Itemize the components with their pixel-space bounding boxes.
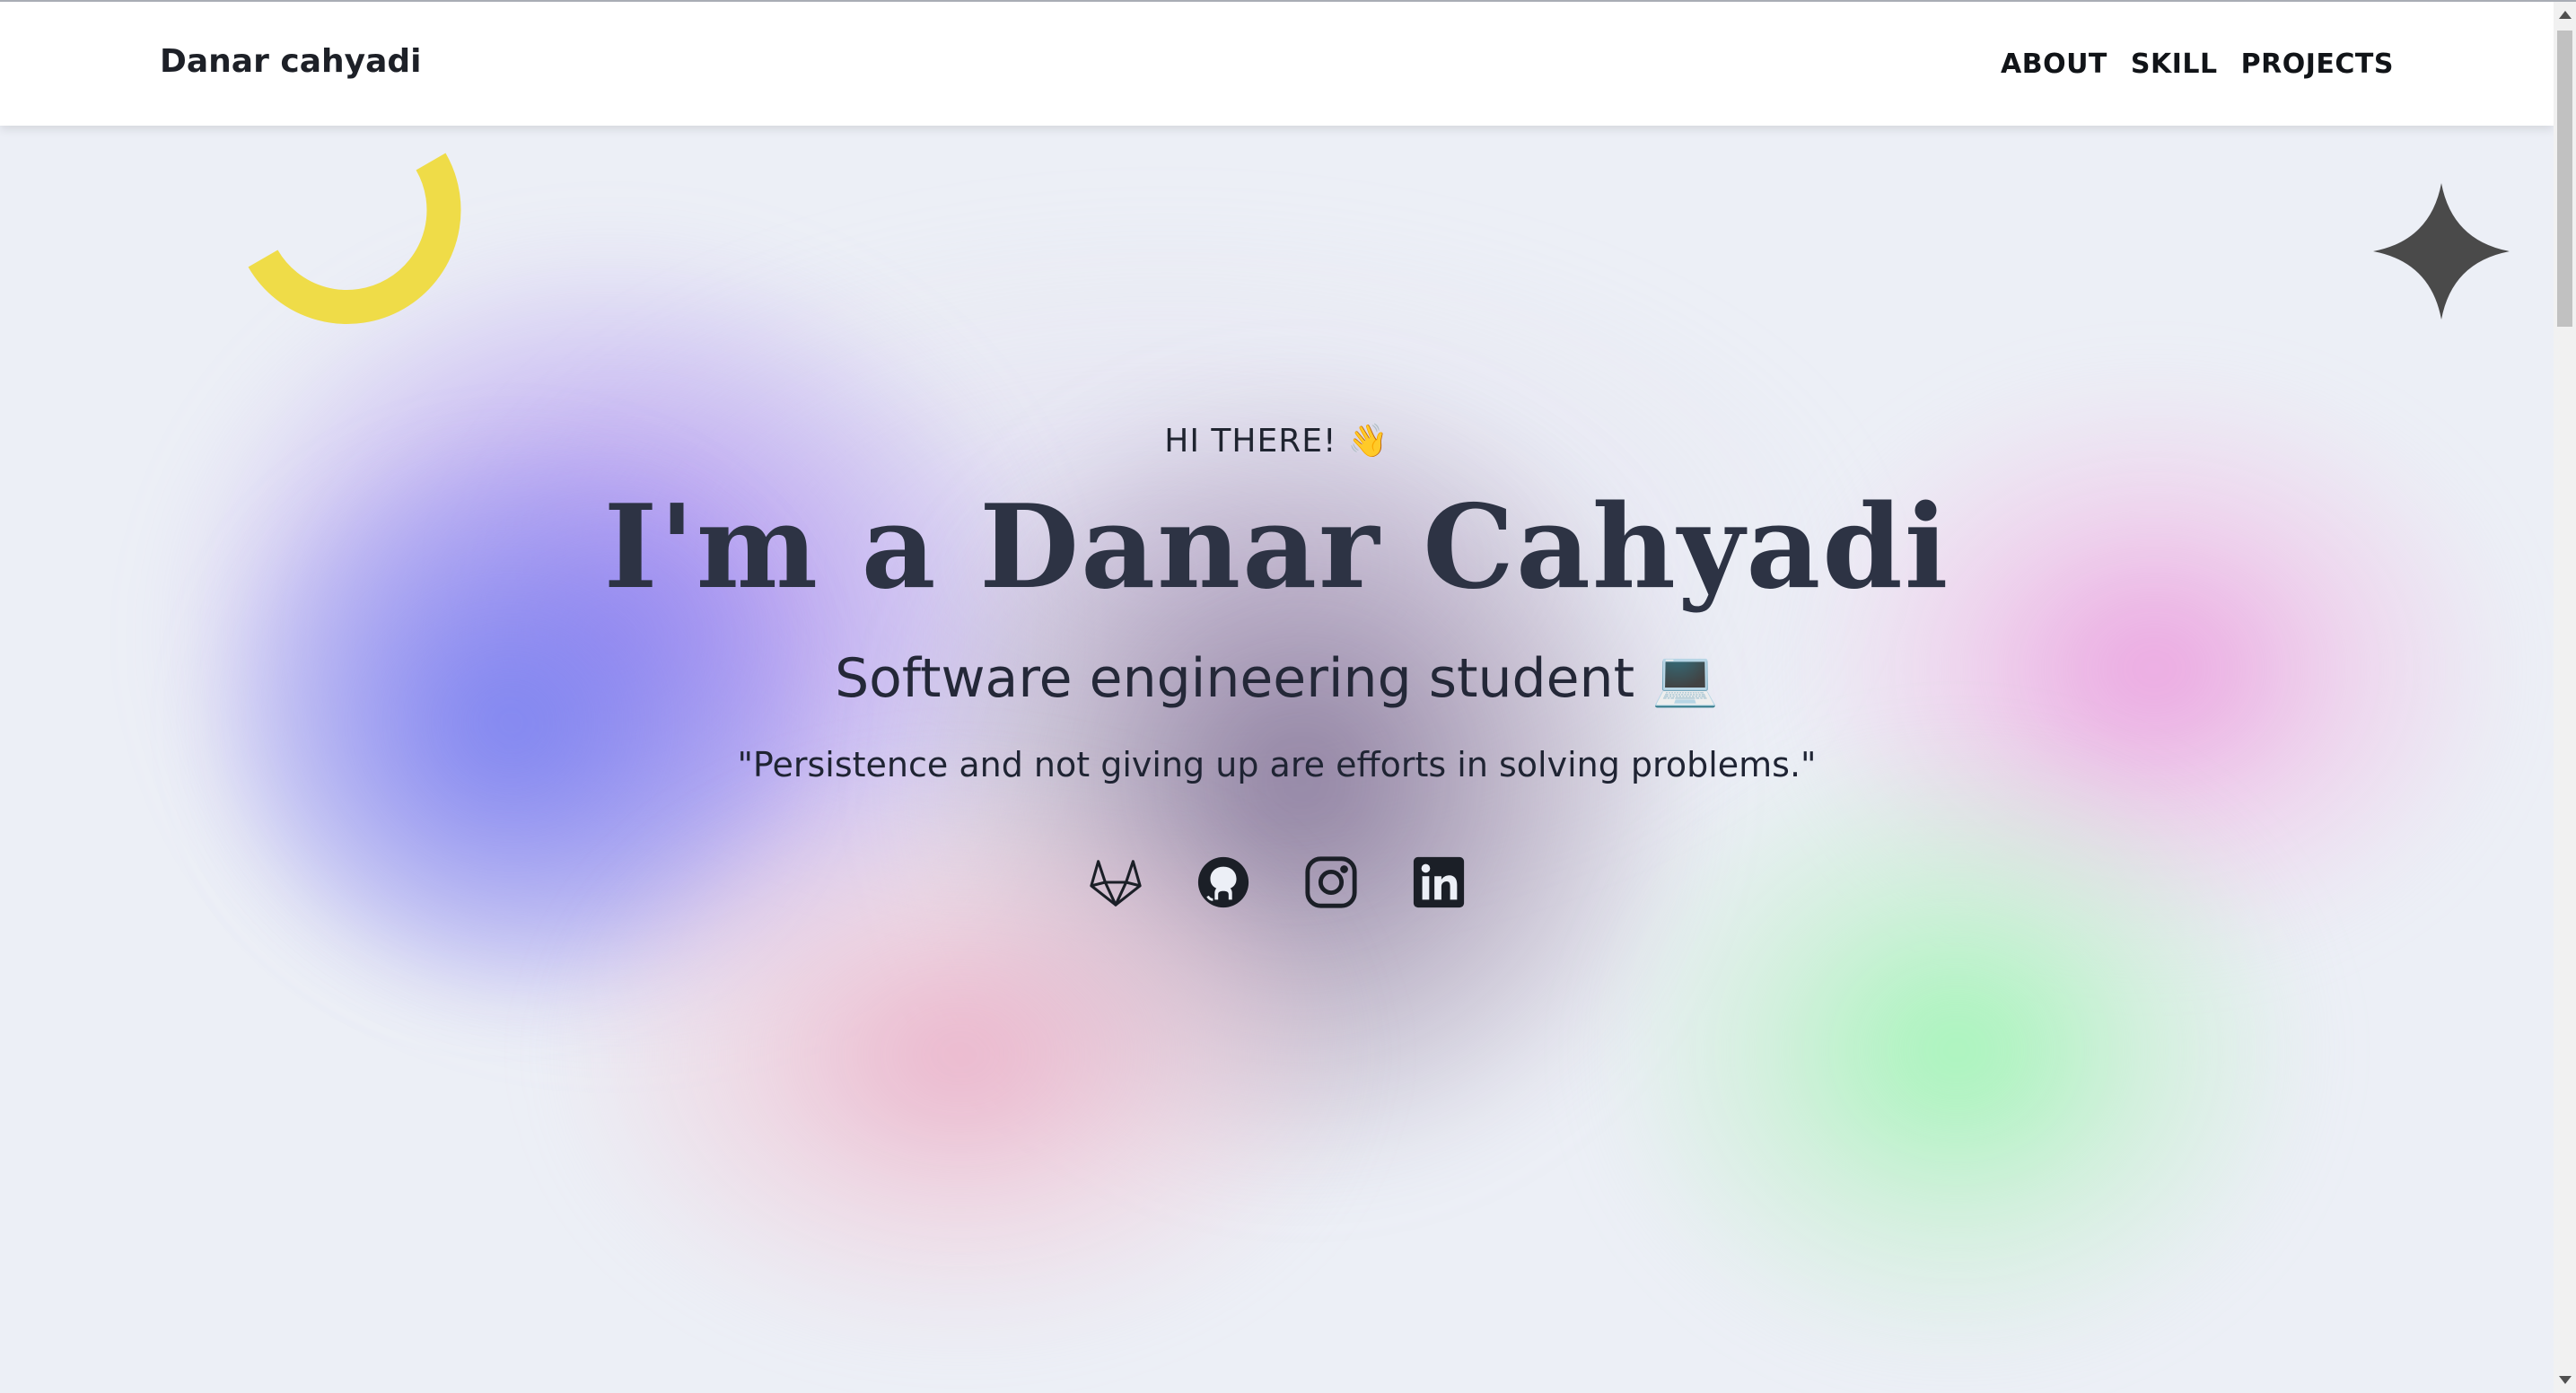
github-icon[interactable] [1196, 854, 1251, 910]
scroll-up-arrow-icon[interactable] [2559, 11, 2572, 19]
nav-link-about[interactable]: ABOUT [2001, 48, 2107, 80]
brand-logo[interactable]: Danar cahyadi [160, 43, 422, 80]
scroll-thumb[interactable] [2557, 31, 2572, 327]
scroll-down-arrow-icon[interactable] [2559, 1376, 2572, 1384]
nav-links: ABOUT SKILL PROJECTS [2001, 48, 2394, 80]
page: Danar cahyadi ABOUT SKILL PROJECTS HI TH… [0, 0, 2576, 1393]
hero-subtitle: Software engineering student 💻 [835, 647, 1719, 710]
social-links [0, 854, 2554, 910]
hero-quote: "Persistence and not giving up are effor… [737, 745, 1817, 784]
linkedin-icon[interactable] [1411, 854, 1467, 910]
nav-link-skill[interactable]: SKILL [2131, 48, 2218, 80]
greeting: HI THERE! 👋 [1164, 423, 1389, 460]
nav-link-projects[interactable]: PROJECTS [2241, 48, 2394, 80]
hero-section: HI THERE! 👋 I'm a Danar Cahyadi Software… [0, 0, 2554, 1393]
scrollbar[interactable] [2554, 2, 2576, 1393]
window-top-border [0, 0, 2576, 2]
instagram-icon[interactable] [1303, 854, 1359, 910]
gitlab-icon[interactable] [1088, 854, 1143, 910]
navbar: Danar cahyadi ABOUT SKILL PROJECTS [0, 2, 2554, 126]
hero-title: I'm a Danar Cahyadi [603, 480, 1950, 615]
